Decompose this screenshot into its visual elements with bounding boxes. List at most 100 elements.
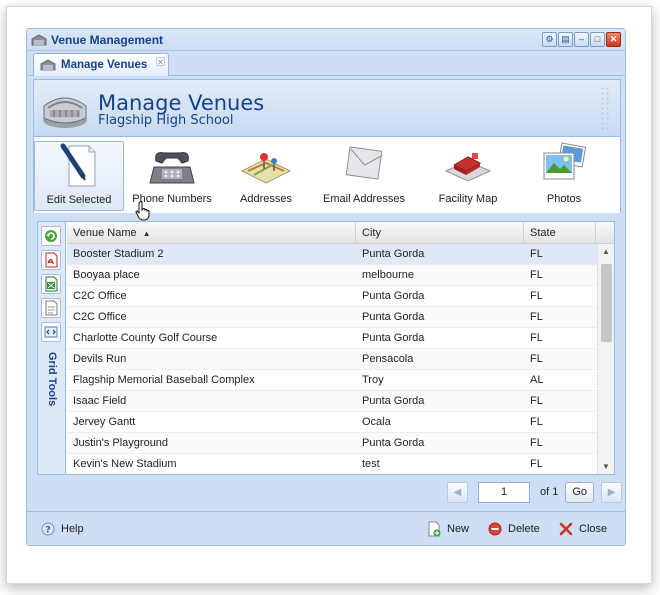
- vertical-scrollbar[interactable]: ▲ ▼: [597, 244, 614, 474]
- window-title: Venue Management: [51, 32, 164, 47]
- cell-venue-name: Booster Stadium 2: [73, 248, 164, 260]
- window-titlebar[interactable]: Venue Management ⚙ ▤ – □ ✕: [27, 29, 625, 51]
- table-row[interactable]: Booster Stadium 2 Punta Gorda FL: [67, 244, 614, 265]
- tab-label: Manage Venues: [61, 59, 148, 71]
- facility-map-button[interactable]: Facility Map: [426, 141, 510, 211]
- new-button[interactable]: New: [427, 521, 469, 537]
- table-row[interactable]: C2C Office Punta Gorda FL: [67, 286, 614, 307]
- facility-map-icon: [444, 153, 492, 182]
- restore-icon[interactable]: ▤: [558, 32, 573, 47]
- new-label: New: [447, 522, 470, 535]
- table-row[interactable]: Jervey Gantt Ocala FL: [67, 412, 614, 433]
- cell-state: FL: [530, 416, 543, 428]
- cell-venue-name: Devils Run: [73, 353, 127, 365]
- table-row[interactable]: C2C Office Punta Gorda FL: [67, 307, 614, 328]
- venues-grid-panel: Grid Tools Venue Name ▲ City State Boost…: [37, 221, 615, 475]
- page-number-input[interactable]: 1: [478, 481, 530, 503]
- venue-toolbar: Edit Selected Phone Numbers Addresses Em…: [33, 137, 621, 213]
- column-header-city[interactable]: City: [356, 222, 524, 243]
- cell-state: AL: [530, 374, 544, 386]
- addresses-button[interactable]: Addresses: [228, 141, 304, 211]
- grid-body: Booster Stadium 2 Punta Gorda FL Booyaa pla…: [67, 244, 614, 474]
- next-page-button[interactable]: ▶: [601, 481, 623, 503]
- minimize-icon[interactable]: –: [574, 32, 589, 47]
- scroll-down-icon[interactable]: ▼: [602, 462, 610, 471]
- sort-ascending-icon: ▲: [142, 229, 151, 238]
- table-row[interactable]: Charlotte County Golf Course Punta Gorda F…: [67, 328, 614, 349]
- edit-document-icon: [60, 143, 96, 187]
- email-addresses-button[interactable]: Email Addresses: [316, 141, 412, 211]
- column-header-venue-name[interactable]: Venue Name ▲: [67, 222, 356, 243]
- table-row[interactable]: Justin's Playground Punta Gorda FL: [67, 433, 614, 454]
- stadium-icon: [43, 97, 87, 128]
- column-header-label: Venue Name: [73, 227, 137, 239]
- previous-page-button[interactable]: ◀: [447, 481, 468, 503]
- cell-city: Punta Gorda: [362, 332, 425, 344]
- grid-tools-label: Grid Tools: [46, 352, 58, 407]
- envelope-icon: [345, 146, 383, 180]
- cell-state: FL: [530, 311, 543, 323]
- cell-state: FL: [530, 458, 543, 470]
- tab-strip: Manage Venues ✕: [27, 51, 625, 76]
- edit-selected-label: Edit Selected: [46, 194, 112, 206]
- cell-city: test: [362, 458, 380, 470]
- addresses-label: Addresses: [240, 193, 292, 205]
- document-icon[interactable]: [41, 298, 61, 318]
- gear-icon[interactable]: ⚙: [542, 32, 557, 47]
- column-header-state[interactable]: State: [524, 222, 596, 243]
- tab-manage-venues[interactable]: Manage Venues ✕: [33, 53, 169, 76]
- refresh-icon[interactable]: [41, 226, 61, 246]
- code-icon[interactable]: [41, 322, 61, 342]
- venue-management-window: Venue Management ⚙ ▤ – □ ✕ Manage Venues…: [26, 28, 626, 546]
- grid-header: Venue Name ▲ City State: [67, 222, 614, 244]
- cell-city: melbourne: [362, 269, 414, 281]
- pdf-export-icon[interactable]: [41, 250, 61, 270]
- edit-selected-button[interactable]: Edit Selected: [34, 141, 124, 211]
- delete-icon: [488, 522, 502, 535]
- table-row[interactable]: Isaac Field Punta Gorda FL: [67, 391, 614, 412]
- cell-city: Punta Gorda: [362, 248, 425, 260]
- cell-venue-name: Charlotte County Golf Course: [73, 332, 218, 344]
- photos-button[interactable]: Photos: [530, 141, 598, 211]
- page-title: Manage Venues: [98, 91, 265, 115]
- go-button[interactable]: Go: [565, 481, 595, 503]
- scroll-up-icon[interactable]: ▲: [602, 247, 610, 256]
- table-row[interactable]: Flagship Memorial Baseball Complex Troy AL: [67, 370, 614, 391]
- delete-button[interactable]: Delete: [488, 522, 540, 536]
- cell-state: FL: [530, 395, 543, 407]
- svg-text:?: ?: [45, 525, 50, 535]
- arrow-right-icon: ▶: [607, 486, 616, 498]
- tab-close-icon[interactable]: ✕: [156, 57, 165, 67]
- close-button[interactable]: Close: [559, 522, 607, 536]
- help-button[interactable]: ? Help: [41, 522, 84, 536]
- cell-state: FL: [530, 332, 543, 344]
- excel-export-icon[interactable]: [41, 274, 61, 294]
- close-icon[interactable]: ✕: [606, 32, 621, 47]
- close-label: Close: [579, 522, 608, 535]
- cell-state: FL: [530, 248, 543, 260]
- cell-venue-name: C2C Office: [73, 311, 127, 323]
- cell-venue-name: Flagship Memorial Baseball Complex: [73, 374, 255, 386]
- cell-city: Ocala: [362, 416, 391, 428]
- pagination-bar: ◀ 1 of 1 Go ▶: [447, 479, 623, 505]
- table-row[interactable]: Kevin's New Stadium test FL: [67, 454, 614, 474]
- scrollbar-thumb[interactable]: [601, 264, 612, 342]
- telephone-icon: [149, 152, 195, 184]
- arrow-left-icon: ◀: [453, 486, 462, 498]
- cell-city: Pensacola: [362, 353, 414, 365]
- cell-city: Troy: [362, 374, 384, 386]
- cell-venue-name: Kevin's New Stadium: [73, 458, 177, 470]
- cell-city: Punta Gorda: [362, 395, 425, 407]
- venue-icon: [31, 34, 47, 45]
- new-document-icon: [428, 521, 441, 536]
- cell-venue-name: C2C Office: [73, 290, 127, 302]
- table-row[interactable]: Devils Run Pensacola FL: [67, 349, 614, 370]
- photos-label: Photos: [546, 193, 582, 205]
- maximize-icon[interactable]: □: [590, 32, 605, 47]
- cell-state: FL: [530, 353, 543, 365]
- photos-icon: [543, 142, 587, 180]
- email-addresses-label: Email Addresses: [323, 193, 405, 205]
- page-subtitle: Flagship High School: [98, 113, 234, 128]
- table-row[interactable]: Booyaa place melbourne FL: [67, 265, 614, 286]
- page-header: Manage Venues Flagship High School: [33, 79, 621, 137]
